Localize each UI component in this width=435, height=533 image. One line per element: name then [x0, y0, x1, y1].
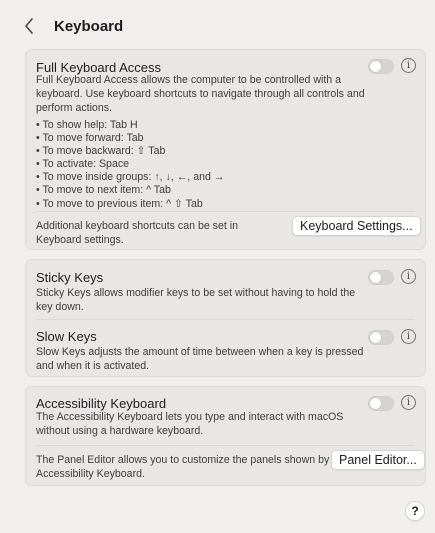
chevron-left-icon — [25, 18, 33, 34]
shortcut-item: • To move to next item: ^ Tab — [36, 184, 171, 197]
shortcut-item: • To move inside groups: ↑, ↓, ←, and → — [36, 171, 225, 184]
header: Keyboard — [24, 14, 123, 38]
sticky-keys-toggle[interactable] — [368, 270, 394, 285]
panel-editor-button[interactable]: Panel Editor... — [331, 450, 425, 470]
shortcut-item: • To move to previous item: ^ ⇧ Tab — [36, 197, 203, 210]
accessibility-keyboard-description: The Accessibility Keyboard lets you type… — [36, 411, 344, 437]
slow-keys-description: Slow Keys adjusts the amount of time bet… — [36, 346, 364, 372]
shortcut-item: • To show help: Tab H — [36, 119, 138, 131]
accessibility-keyboard-toggle[interactable] — [368, 396, 394, 411]
sticky-keys-info-icon[interactable]: i — [401, 269, 416, 284]
help-button[interactable]: ? — [405, 501, 425, 521]
shortcut-list: • To show help: Tab H • To move forward:… — [36, 119, 396, 211]
page-title: Keyboard — [54, 17, 124, 35]
accessibility-keyboard-title: Accessibility Keyboard — [36, 396, 167, 411]
slow-keys-toggle[interactable] — [368, 330, 394, 345]
full-keyboard-access-description: Full Keyboard Access allows the computer… — [36, 74, 365, 114]
slow-keys-row: Slow Keys i Slow Keys adjusts the amount… — [26, 320, 425, 378]
full-keyboard-access-card: Full Keyboard Access i Full Keyboard Acc… — [25, 49, 426, 250]
accessibility-keyboard-card: Accessibility Keyboard i The Accessibili… — [25, 386, 426, 486]
divider — [36, 211, 415, 212]
shortcut-item: • To activate: Space — [36, 158, 130, 171]
sticky-keys-title: Sticky Keys — [36, 270, 104, 285]
shortcut-item: • To move forward: Tab — [36, 132, 144, 145]
full-keyboard-access-toggle[interactable] — [368, 59, 394, 74]
shortcut-item: • To move backward: ⇧ Tab — [36, 145, 166, 158]
panel-editor-note: The Panel Editor allows you to customize… — [36, 454, 330, 480]
keyboard-settings-button[interactable]: Keyboard Settings... — [292, 216, 421, 236]
sticky-keys-row: Sticky Keys i Sticky Keys allows modifie… — [26, 260, 425, 318]
sticky-keys-description: Sticky Keys allows modifier keys to be s… — [36, 287, 356, 313]
keyboard-settings-note: Additional keyboard shortcuts can be set… — [36, 220, 238, 246]
full-keyboard-access-info-icon[interactable]: i — [401, 58, 416, 73]
sticky-slow-keys-card: Sticky Keys i Sticky Keys allows modifie… — [25, 259, 426, 377]
accessibility-keyboard-info-icon[interactable]: i — [401, 395, 416, 410]
divider — [36, 445, 415, 446]
back-button[interactable] — [24, 14, 44, 38]
slow-keys-title: Slow Keys — [36, 329, 97, 344]
slow-keys-info-icon[interactable]: i — [401, 329, 416, 344]
full-keyboard-access-row: Full Keyboard Access i Full Keyboard Acc… — [26, 50, 425, 251]
